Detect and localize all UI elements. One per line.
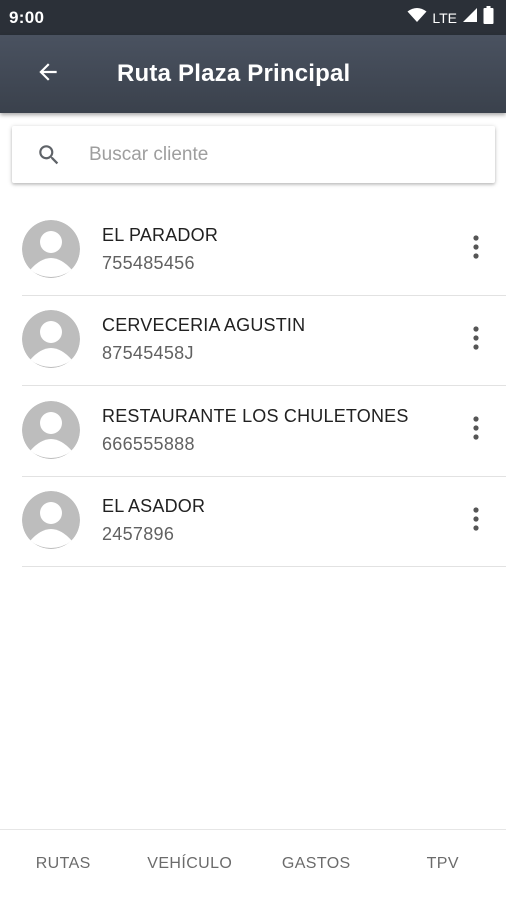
avatar (22, 310, 80, 369)
client-code: 666555888 (102, 433, 195, 454)
more-vert-icon (472, 506, 480, 537)
page-title: Ruta Plaza Principal (117, 60, 351, 87)
status-bar: 9:00 LTE (0, 0, 506, 35)
nav-item-vehiculo[interactable]: VEHÍCULO (127, 830, 254, 900)
more-vert-icon (472, 325, 480, 356)
client-info: EL PARADOR 755485456 (102, 223, 218, 277)
client-name: RESTAURANTE LOS CHULETONES (102, 405, 409, 426)
more-options-button[interactable] (461, 234, 491, 266)
battery-icon (483, 6, 494, 29)
client-name: EL ASADOR (102, 496, 206, 517)
status-time: 9:00 (9, 7, 45, 27)
signal-icon (462, 7, 478, 28)
nav-item-gastos[interactable]: GASTOS (253, 830, 380, 900)
client-row[interactable]: CERVECERIA AGUSTIN 87545458J (22, 296, 506, 386)
client-name: EL PARADOR (102, 224, 219, 245)
client-info: EL ASADOR 2457896 (102, 494, 205, 548)
client-row[interactable]: RESTAURANTE LOS CHULETONES 666555888 (22, 386, 506, 477)
more-options-button[interactable] (461, 324, 491, 356)
avatar (22, 400, 80, 459)
client-row[interactable]: EL ASADOR 2457896 (22, 477, 506, 567)
client-row[interactable]: EL PARADOR 755485456 (22, 205, 506, 296)
avatar (22, 219, 80, 278)
more-options-button[interactable] (461, 415, 491, 447)
nav-item-tpv[interactable]: TPV (380, 830, 506, 900)
status-icons: LTE (407, 6, 494, 29)
client-name: CERVECERIA AGUSTIN (102, 315, 306, 336)
search-bar[interactable] (12, 126, 495, 183)
client-code: 87545458J (102, 343, 194, 364)
client-code: 2457896 (102, 524, 175, 545)
avatar (22, 491, 80, 550)
search-icon (36, 142, 62, 168)
more-vert-icon (472, 415, 480, 446)
client-list: EL PARADOR 755485456 CERVECERIA AGUSTIN … (22, 205, 506, 567)
more-vert-icon (472, 234, 480, 265)
client-info: CERVECERIA AGUSTIN 87545458J (102, 313, 305, 367)
network-type: LTE (432, 9, 457, 26)
arrow-back-icon (35, 59, 61, 90)
bottom-navigation: RUTAS VEHÍCULO GASTOS TPV (0, 829, 506, 900)
more-options-button[interactable] (461, 505, 491, 537)
client-code: 755485456 (102, 252, 195, 273)
app-bar: Ruta Plaza Principal (0, 35, 506, 113)
wifi-icon (407, 7, 427, 28)
search-input[interactable] (89, 143, 449, 166)
back-button[interactable] (24, 50, 72, 98)
client-info: RESTAURANTE LOS CHULETONES 666555888 (102, 404, 409, 458)
nav-item-rutas[interactable]: RUTAS (0, 830, 127, 900)
